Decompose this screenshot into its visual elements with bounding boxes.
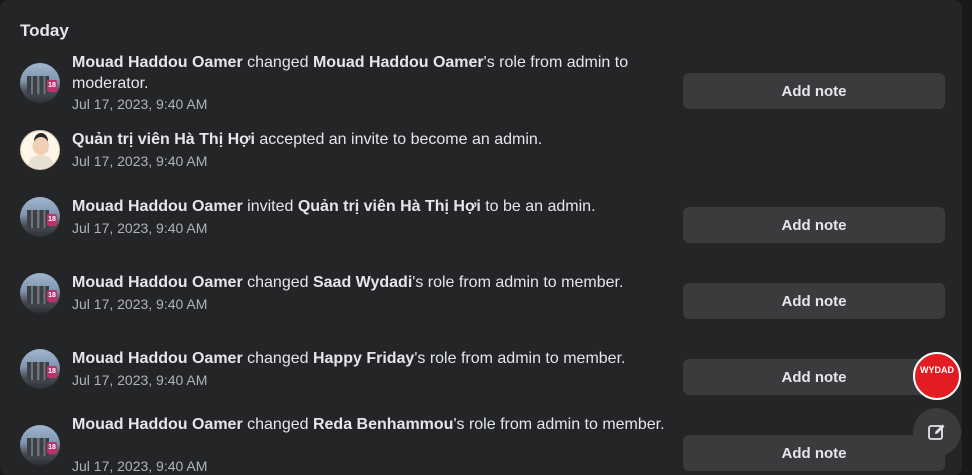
action-text: changed xyxy=(242,350,313,367)
action-text: changed xyxy=(242,274,313,291)
activity-text: Mouad Haddou Oamer changed Reda Benhammo… xyxy=(72,414,672,435)
add-note-button[interactable]: Add note xyxy=(683,73,945,109)
rest-text: 's role from admin to member. xyxy=(414,350,626,367)
activity-text: Quản trị viên Hà Thị Hợi accepted an inv… xyxy=(72,129,672,150)
avatar[interactable] xyxy=(20,130,60,170)
activity-text: Mouad Haddou Oamer changed Saad Wydadi's… xyxy=(72,272,672,293)
target-name[interactable]: Happy Friday xyxy=(313,350,414,367)
action-text: changed xyxy=(242,54,313,71)
add-note-button[interactable]: Add note xyxy=(683,435,945,471)
activity-log-panel: Today 18 Mouad Haddou Oamer changed Moua… xyxy=(0,0,962,475)
target-name[interactable]: Saad Wydadi xyxy=(313,274,412,291)
actor-name[interactable]: Mouad Haddou Oamer xyxy=(72,274,243,291)
edit-icon xyxy=(928,424,945,440)
actor-name[interactable]: Mouad Haddou Oamer xyxy=(72,350,243,367)
activity-text: Mouad Haddou Oamer changed Happy Friday'… xyxy=(72,348,672,369)
add-note-button[interactable]: Add note xyxy=(683,359,945,395)
actor-name[interactable]: Quản trị viên Hà Thị Hợi xyxy=(72,131,255,148)
timestamp: Jul 17, 2023, 9:40 AM xyxy=(72,296,208,312)
avatar-badge: 18 xyxy=(47,366,57,378)
timestamp: Jul 17, 2023, 9:40 AM xyxy=(72,458,208,474)
target-name[interactable]: Reda Benhammou xyxy=(313,416,453,433)
avatar-badge: 18 xyxy=(47,442,57,454)
activity-text: Mouad Haddou Oamer invited Quản trị viên… xyxy=(72,196,672,217)
target-name[interactable]: Mouad Haddou Oamer xyxy=(313,54,484,71)
gate-image xyxy=(27,76,49,94)
actor-name[interactable]: Mouad Haddou Oamer xyxy=(72,416,243,433)
add-note-button[interactable]: Add note xyxy=(683,283,945,319)
avatar-badge: 18 xyxy=(47,80,57,92)
gate-image xyxy=(27,362,49,380)
gate-image xyxy=(27,438,49,456)
timestamp: Jul 17, 2023, 9:40 AM xyxy=(72,372,208,388)
timestamp: Jul 17, 2023, 9:40 AM xyxy=(72,96,208,112)
add-note-button[interactable]: Add note xyxy=(683,207,945,243)
brand-chat-head[interactable]: WYDAD xyxy=(913,352,961,400)
avatar-badge: 18 xyxy=(47,290,57,302)
actor-name[interactable]: Mouad Haddou Oamer xyxy=(72,198,243,215)
section-title: Today xyxy=(20,21,69,40)
avatar-badge: 18 xyxy=(47,214,57,226)
rest-text: 's role from admin to member. xyxy=(412,274,624,291)
rest-text: to be an admin. xyxy=(480,198,596,215)
timestamp: Jul 17, 2023, 9:40 AM xyxy=(72,220,208,236)
action-text: accepted an invite to become an admin. xyxy=(254,131,543,148)
compose-button[interactable] xyxy=(913,408,961,456)
action-text: invited xyxy=(242,198,298,215)
avatar[interactable]: 18 xyxy=(20,349,60,389)
rest-text: 's role from admin to member. xyxy=(453,416,665,433)
avatar[interactable]: 18 xyxy=(20,425,60,465)
avatar-body xyxy=(28,155,54,169)
avatar[interactable]: 18 xyxy=(20,273,60,313)
avatar[interactable]: 18 xyxy=(20,63,60,103)
gate-image xyxy=(27,210,49,228)
action-text: changed xyxy=(242,416,313,433)
actor-name[interactable]: Mouad Haddou Oamer xyxy=(72,54,243,71)
gate-image xyxy=(27,286,49,304)
brand-text: WYDAD xyxy=(920,365,954,375)
target-name[interactable]: Quản trị viên Hà Thị Hợi xyxy=(298,198,481,215)
timestamp: Jul 17, 2023, 9:40 AM xyxy=(72,153,208,169)
avatar[interactable]: 18 xyxy=(20,197,60,237)
activity-text: Mouad Haddou Oamer changed Mouad Haddou … xyxy=(72,52,672,94)
avatar-face xyxy=(33,137,49,155)
